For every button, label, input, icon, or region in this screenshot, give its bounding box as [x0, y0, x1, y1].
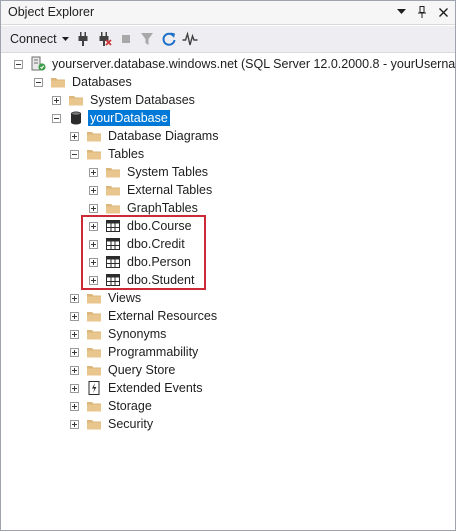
collapse-toggle[interactable] [52, 113, 61, 123]
expand-toggle[interactable] [89, 203, 98, 213]
tree-label-selected: yourDatabase [88, 110, 170, 126]
expand-toggle[interactable] [89, 185, 98, 195]
collapse-toggle[interactable] [14, 59, 23, 69]
refresh-icon[interactable] [161, 31, 177, 47]
folder-icon [87, 402, 101, 412]
tree-node-programmability[interactable]: Programmability [70, 343, 200, 361]
expand-toggle[interactable] [70, 401, 79, 411]
tree-node-views[interactable]: Views [70, 289, 143, 307]
object-explorer-window: Object Explorer Connect yourserver.datab… [0, 0, 456, 531]
tree-label: Query Store [108, 363, 176, 377]
tree-node-tables[interactable]: Tables [70, 145, 146, 163]
panel-title: Object Explorer [8, 5, 95, 19]
server-icon [31, 56, 46, 71]
tree-label: Databases [72, 75, 132, 89]
tree-node-storage[interactable]: Storage [70, 397, 154, 415]
disconnect-icon[interactable] [96, 31, 112, 47]
stop-icon[interactable] [118, 31, 134, 47]
folder-icon [51, 78, 65, 88]
folder-icon [87, 348, 101, 358]
tree-node-server[interactable]: yourserver.database.windows.net (SQL Ser… [14, 55, 456, 73]
tree-node-system-databases[interactable]: System Databases [52, 91, 197, 109]
tree-label: Programmability [108, 345, 199, 359]
expand-toggle[interactable] [70, 419, 79, 429]
tree-node-extended-events[interactable]: Extended Events [70, 379, 205, 397]
connect-button[interactable]: Connect [10, 32, 69, 46]
title-bar: Object Explorer [1, 1, 455, 25]
tree-label: Extended Events [108, 381, 203, 395]
dropdown-icon[interactable] [395, 5, 407, 19]
tree-node-security[interactable]: Security [70, 415, 155, 433]
connect-dropdown-icon[interactable] [61, 36, 69, 43]
folder-icon [87, 420, 101, 430]
highlight-box [81, 215, 206, 290]
filter-icon[interactable] [139, 31, 155, 47]
pin-icon[interactable] [416, 5, 428, 19]
tree-label: System Databases [90, 93, 195, 107]
expand-toggle[interactable] [89, 167, 98, 177]
tree-label: External Tables [127, 183, 213, 197]
folder-icon [106, 186, 120, 196]
tree-node-query-store[interactable]: Query Store [70, 361, 177, 379]
folder-icon [106, 168, 120, 178]
expand-toggle[interactable] [70, 347, 79, 357]
expand-toggle[interactable] [70, 383, 79, 393]
collapse-toggle[interactable] [70, 149, 79, 159]
tree-node-your-database[interactable]: yourDatabase [52, 109, 170, 127]
tree-label: GraphTables [127, 201, 198, 215]
folder-icon [87, 330, 101, 340]
collapse-toggle[interactable] [34, 77, 43, 87]
tree-label: Database Diagrams [108, 129, 219, 143]
activity-monitor-icon[interactable] [182, 31, 198, 47]
tree-label: Tables [108, 147, 145, 161]
tree-node-database-diagrams[interactable]: Database Diagrams [70, 127, 220, 145]
tree-node-synonyms[interactable]: Synonyms [70, 325, 168, 343]
connect-plug-icon[interactable] [75, 31, 91, 47]
toolbar: Connect [1, 26, 455, 53]
folder-icon [87, 150, 101, 160]
tree-label: System Tables [127, 165, 209, 179]
database-icon [71, 111, 81, 125]
expand-toggle[interactable] [70, 365, 79, 375]
tree-label: Views [108, 291, 142, 305]
expand-toggle[interactable] [70, 293, 79, 303]
close-icon[interactable] [437, 5, 449, 19]
tree-node-external-resources[interactable]: External Resources [70, 307, 219, 325]
expand-toggle[interactable] [70, 329, 79, 339]
folder-icon [87, 132, 101, 142]
tree-label: yourserver.database.windows.net (SQL Ser… [52, 57, 456, 71]
folder-icon [106, 204, 120, 214]
folder-icon [87, 312, 101, 322]
tree-label: Security [108, 417, 154, 431]
tree-node-databases[interactable]: Databases [34, 73, 134, 91]
tree-node-external-tables[interactable]: External Tables [89, 181, 214, 199]
expand-toggle[interactable] [70, 311, 79, 321]
connect-label: Connect [10, 32, 57, 46]
tree-node-system-tables[interactable]: System Tables [89, 163, 210, 181]
tree-label: External Resources [108, 309, 218, 323]
expand-toggle[interactable] [52, 95, 61, 105]
tree-label: Synonyms [108, 327, 167, 341]
extended-events-icon [88, 381, 100, 395]
folder-icon [69, 96, 83, 106]
folder-icon [87, 366, 101, 376]
expand-toggle[interactable] [70, 131, 79, 141]
tree-label: Storage [108, 399, 152, 413]
folder-icon [87, 294, 101, 304]
